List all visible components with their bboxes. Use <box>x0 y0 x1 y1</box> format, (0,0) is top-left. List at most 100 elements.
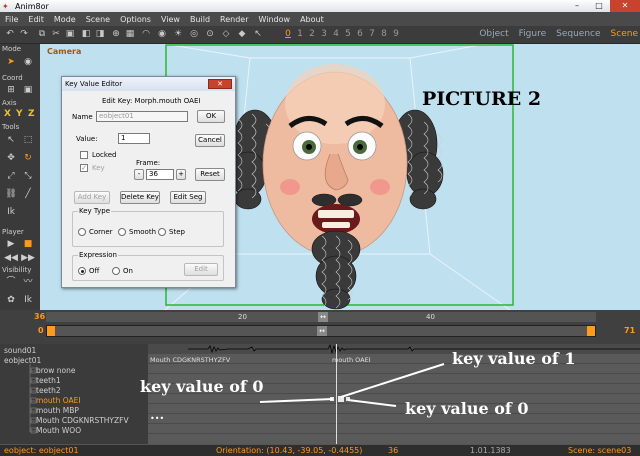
paste-icon[interactable]: ▣ <box>64 28 76 40</box>
menu-about[interactable]: About <box>295 15 329 24</box>
expression-off-radio[interactable] <box>78 267 86 275</box>
coord-world-icon[interactable]: ⊞ <box>4 84 18 96</box>
corner-radio[interactable] <box>78 228 86 236</box>
link-tool-icon[interactable]: ⛓ <box>4 188 18 200</box>
eye-mode-icon[interactable]: ◉ <box>21 56 35 68</box>
render-icon[interactable]: ◉ <box>156 28 168 40</box>
expression-off-label: Off <box>89 267 100 275</box>
frame-5[interactable]: 5 <box>342 29 354 39</box>
frame-scrub-handle[interactable]: ↔ <box>318 312 328 322</box>
axis-y-toggle[interactable]: Y <box>16 109 23 119</box>
menu-scene[interactable]: Scene <box>81 15 115 24</box>
range-start-handle[interactable] <box>47 326 55 336</box>
visibility-ik-icon[interactable]: Ik <box>21 294 35 306</box>
menu-options[interactable]: Options <box>115 15 156 24</box>
ok-button[interactable]: OK <box>197 110 225 123</box>
cut-icon[interactable]: ✂ <box>50 28 62 40</box>
dialog-close-button[interactable]: ✕ <box>208 79 232 89</box>
view-icon[interactable]: ◧ <box>80 28 92 40</box>
forward-icon[interactable]: ▶▶ <box>21 252 35 264</box>
frame-2[interactable]: 2 <box>306 29 318 39</box>
tab-sequence[interactable]: Sequence <box>556 29 600 39</box>
range-center-handle[interactable]: ↔ <box>317 326 327 336</box>
frame-6[interactable]: 6 <box>354 29 366 39</box>
menu-view[interactable]: View <box>156 15 185 24</box>
redo-icon[interactable]: ↷ <box>18 28 30 40</box>
menu-render[interactable]: Render <box>215 15 253 24</box>
visibility-curve-icon[interactable]: ⌒ <box>4 276 18 288</box>
axis-x-toggle[interactable]: X <box>4 109 11 119</box>
frame-4[interactable]: 4 <box>330 29 342 39</box>
step-radio[interactable] <box>158 228 166 236</box>
range-slider[interactable]: ↔ <box>46 325 596 337</box>
visibility-path-icon[interactable]: 〰 <box>21 276 35 288</box>
axis-z-toggle[interactable]: Z <box>28 109 35 119</box>
arc-icon[interactable]: ◠ <box>140 28 152 40</box>
frame-1[interactable]: 1 <box>294 29 306 39</box>
reset-button[interactable]: Reset <box>195 168 225 181</box>
frame-8[interactable]: 8 <box>378 29 390 39</box>
zoom-icon[interactable]: ⊕ <box>110 28 122 40</box>
window-controls: – □ ✕ <box>566 0 640 12</box>
frame-decrement-button[interactable]: - <box>134 169 144 180</box>
tab-figure[interactable]: Figure <box>519 29 546 39</box>
corner-label: Corner <box>89 228 113 236</box>
frame-9[interactable]: 9 <box>390 29 402 39</box>
play-icon[interactable]: ▶ <box>4 238 18 250</box>
frame-increment-button[interactable]: + <box>176 169 186 180</box>
camera-icon[interactable]: ◎ <box>188 28 200 40</box>
rotate-tool-icon[interactable]: ↻ <box>21 152 35 164</box>
undo-icon[interactable]: ↶ <box>4 28 16 40</box>
close-button[interactable]: ✕ <box>610 0 640 12</box>
menu-build[interactable]: Build <box>185 15 215 24</box>
ik-icon[interactable]: Ik <box>4 206 18 218</box>
frame-3[interactable]: 3 <box>318 29 330 39</box>
edit-seg-button[interactable]: Edit Seg <box>170 191 206 204</box>
minimize-button[interactable]: – <box>566 0 588 12</box>
visibility-figure-icon[interactable]: ✿ <box>4 294 18 306</box>
scale-tool-icon[interactable]: ⤢ <box>4 170 18 182</box>
select2-tool-icon[interactable]: ⬚ <box>21 134 35 146</box>
cancel-button[interactable]: Cancel <box>195 134 225 147</box>
select-icon[interactable]: ↖ <box>252 28 264 40</box>
view-icon-2[interactable]: ◨ <box>94 28 106 40</box>
delete-key-button[interactable]: Delete Key <box>120 191 160 204</box>
tab-object[interactable]: Object <box>479 29 508 39</box>
range-end-handle[interactable] <box>587 326 595 336</box>
wire-icon[interactable]: ◇ <box>220 28 232 40</box>
grid-icon[interactable]: ▦ <box>124 28 136 40</box>
arrow-mode-icon[interactable]: ➤ <box>4 56 18 68</box>
add-key-button[interactable]: Add Key <box>74 191 110 204</box>
rewind-icon[interactable]: ◀◀ <box>4 252 18 264</box>
locked-checkbox[interactable] <box>80 151 88 159</box>
menu-mode[interactable]: Mode <box>49 15 81 24</box>
frame-7[interactable]: 7 <box>366 29 378 39</box>
menu-window[interactable]: Window <box>254 15 296 24</box>
smooth-radio[interactable] <box>118 228 126 236</box>
light-icon[interactable]: ☀ <box>172 28 184 40</box>
frame-ruler[interactable]: 20 40 ↔ <box>46 312 596 322</box>
menu-edit[interactable]: Edit <box>23 15 49 24</box>
edit-expression-button[interactable]: Edit <box>184 263 218 276</box>
value-field[interactable]: 1 <box>118 133 150 144</box>
name-field[interactable]: eobject01 <box>96 111 188 122</box>
scale2-tool-icon[interactable]: ⤡ <box>21 170 35 182</box>
select-tool-icon[interactable]: ↖ <box>4 134 18 146</box>
menu-file[interactable]: File <box>0 15 23 24</box>
globe-icon[interactable]: ⊙ <box>204 28 216 40</box>
frame-0[interactable]: 0 <box>282 29 294 39</box>
bone-tool-icon[interactable]: ╱ <box>21 188 35 200</box>
tab-scene[interactable]: Scene <box>611 29 638 39</box>
copy-icon[interactable]: ⧉ <box>36 28 48 40</box>
frame-selector: 0 1 2 3 4 5 6 7 8 9 <box>282 29 402 39</box>
frame-field[interactable]: 36 <box>146 169 174 180</box>
maximize-button[interactable]: □ <box>588 0 610 12</box>
expression-on-radio[interactable] <box>112 267 120 275</box>
left-tool-palette: Mode ➤ ◉ Coord ⊞ ▣ Axis X Y Z Tools ↖ ⬚ … <box>0 44 40 310</box>
key-checkbox[interactable]: ✓ <box>80 164 88 172</box>
shade-icon[interactable]: ◆ <box>236 28 248 40</box>
coord-local-icon[interactable]: ▣ <box>21 84 35 96</box>
move-tool-icon[interactable]: ✥ <box>4 152 18 164</box>
title-bar[interactable]: ✦ Anim8or – □ ✕ <box>0 0 640 12</box>
stop-icon[interactable]: ■ <box>21 238 35 250</box>
